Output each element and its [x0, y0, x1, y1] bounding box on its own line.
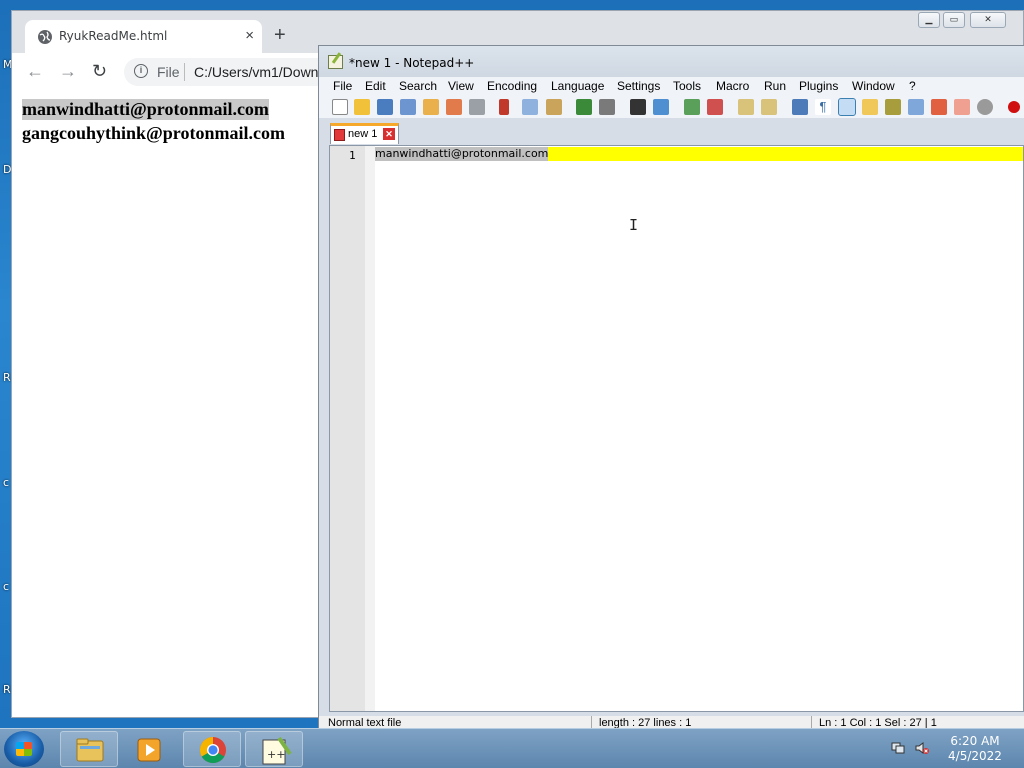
function-list-icon[interactable] [908, 99, 924, 115]
system-clock[interactable]: 6:20 AM 4/5/2022 [930, 734, 1020, 764]
line-number: 1 [349, 149, 356, 162]
menu-macro[interactable]: Macro [716, 79, 749, 93]
document-tabs: new 1 ✕ [319, 118, 1024, 144]
record-macro-icon[interactable] [1008, 101, 1020, 113]
doc-tab-label: new 1 [348, 128, 378, 140]
notepadpp-window: *new 1 - Notepad++ File Edit Search View… [318, 45, 1024, 729]
menu-edit[interactable]: Edit [365, 79, 386, 93]
zoom-out-icon[interactable] [707, 99, 723, 115]
replace-icon[interactable] [653, 99, 669, 115]
window-close-button[interactable]: ✕ [970, 12, 1006, 28]
sync-horizontal-icon[interactable] [761, 99, 777, 115]
open-folder-icon[interactable] [354, 99, 370, 115]
toolbar: ¶ [319, 96, 1024, 118]
clock-date: 4/5/2022 [948, 749, 1002, 763]
copy-icon[interactable] [522, 99, 538, 115]
doc-map-icon[interactable] [885, 99, 901, 115]
menu-run[interactable]: Run [764, 79, 786, 93]
new-tab-button[interactable]: + [274, 24, 286, 47]
menu-tools[interactable]: Tools [673, 79, 701, 93]
macro-stop-icon[interactable] [977, 99, 993, 115]
menu-settings[interactable]: Settings [617, 79, 660, 93]
taskbar-chrome[interactable] [183, 731, 241, 767]
forward-button[interactable]: → [59, 61, 77, 82]
globe-icon [38, 30, 52, 44]
taskbar-explorer[interactable] [60, 731, 118, 767]
address-separator [184, 63, 185, 81]
clock-time: 6:20 AM [950, 734, 1000, 748]
menu-bar: File Edit Search View Encoding Language … [319, 77, 1024, 96]
fold-margin [365, 146, 375, 711]
media-player-icon [137, 738, 161, 762]
menu-view[interactable]: View [448, 79, 474, 93]
word-wrap-icon[interactable] [792, 99, 808, 115]
ransom-email-2[interactable]: gangcouhythink@protonmail.com [22, 123, 285, 144]
close-file-icon[interactable] [423, 99, 439, 115]
volume-muted-icon[interactable] [915, 741, 929, 755]
chrome-tab[interactable]: RyukReadMe.html × [25, 20, 262, 53]
notepadpp-titlebar[interactable]: *new 1 - Notepad++ [319, 46, 1024, 77]
show-all-characters-icon[interactable]: ¶ [815, 99, 831, 115]
close-icon[interactable]: ✕ [383, 128, 395, 140]
ransom-email-1[interactable]: manwindhatti@protonmail.com [22, 99, 269, 120]
info-icon[interactable]: i [134, 64, 148, 78]
desktop-icon-label[interactable]: R [3, 371, 11, 384]
maximize-button[interactable]: ▭ [943, 12, 965, 28]
menu-file[interactable]: File [333, 79, 352, 93]
address-scheme: File [157, 64, 180, 80]
zoom-in-icon[interactable] [684, 99, 700, 115]
text-cursor-icon: I [629, 216, 639, 234]
paste-icon[interactable] [546, 99, 562, 115]
explorer-icon [76, 738, 104, 762]
close-all-icon[interactable] [446, 99, 462, 115]
monitoring-icon[interactable] [954, 99, 970, 115]
desktop-icon-label[interactable]: c [3, 476, 9, 489]
taskbar-media-player[interactable] [121, 731, 179, 767]
notepadpp-icon [328, 55, 343, 69]
back-button[interactable]: ← [26, 61, 44, 82]
unsaved-file-icon [334, 129, 345, 141]
print-icon[interactable] [469, 99, 485, 115]
find-icon[interactable] [630, 99, 646, 115]
save-icon[interactable] [377, 99, 393, 115]
redo-icon[interactable] [599, 99, 615, 115]
new-file-icon[interactable] [332, 99, 348, 115]
folder-as-workspace-icon[interactable] [931, 99, 947, 115]
notepadpp-icon: ++ [262, 736, 292, 765]
svg-text:++: ++ [267, 748, 285, 761]
close-icon[interactable]: × [245, 27, 254, 44]
taskbar-notepadpp[interactable]: ++ [245, 731, 303, 767]
minimize-button[interactable]: ▁ [918, 12, 940, 28]
undo-icon[interactable] [576, 99, 592, 115]
indent-guide-icon[interactable] [838, 98, 856, 116]
line-text[interactable]: manwindhatti@protonmail.com [375, 147, 549, 161]
start-button[interactable] [4, 731, 44, 767]
menu-window[interactable]: Window [852, 79, 895, 93]
menu-help[interactable]: ? [909, 79, 916, 93]
menu-language[interactable]: Language [551, 79, 604, 93]
network-icon[interactable] [891, 741, 905, 755]
menu-search[interactable]: Search [399, 79, 437, 93]
cut-icon[interactable] [499, 99, 509, 115]
menu-encoding[interactable]: Encoding [487, 79, 537, 93]
desktop-icon-label[interactable]: R [3, 683, 11, 696]
tab-new-1[interactable]: new 1 ✕ [330, 123, 399, 144]
editor-area[interactable]: 1 manwindhatti@protonmail.com I [329, 145, 1024, 712]
taskbar: ++ 6:20 AM 4/5/2022 [0, 728, 1024, 768]
sync-vertical-icon[interactable] [738, 99, 754, 115]
window-title: *new 1 - Notepad++ [349, 56, 475, 70]
udl-icon[interactable] [862, 99, 878, 115]
reload-button[interactable]: ↻ [92, 61, 107, 82]
address-url[interactable]: C:/Users/vm1/Down [194, 64, 318, 80]
desktop-icon-label[interactable]: c [3, 580, 9, 593]
menu-plugins[interactable]: Plugins [799, 79, 838, 93]
line-number-gutter [330, 146, 365, 711]
chrome-icon [199, 736, 226, 764]
save-all-icon[interactable] [400, 99, 416, 115]
chrome-tab-title: RyukReadMe.html [59, 29, 168, 43]
